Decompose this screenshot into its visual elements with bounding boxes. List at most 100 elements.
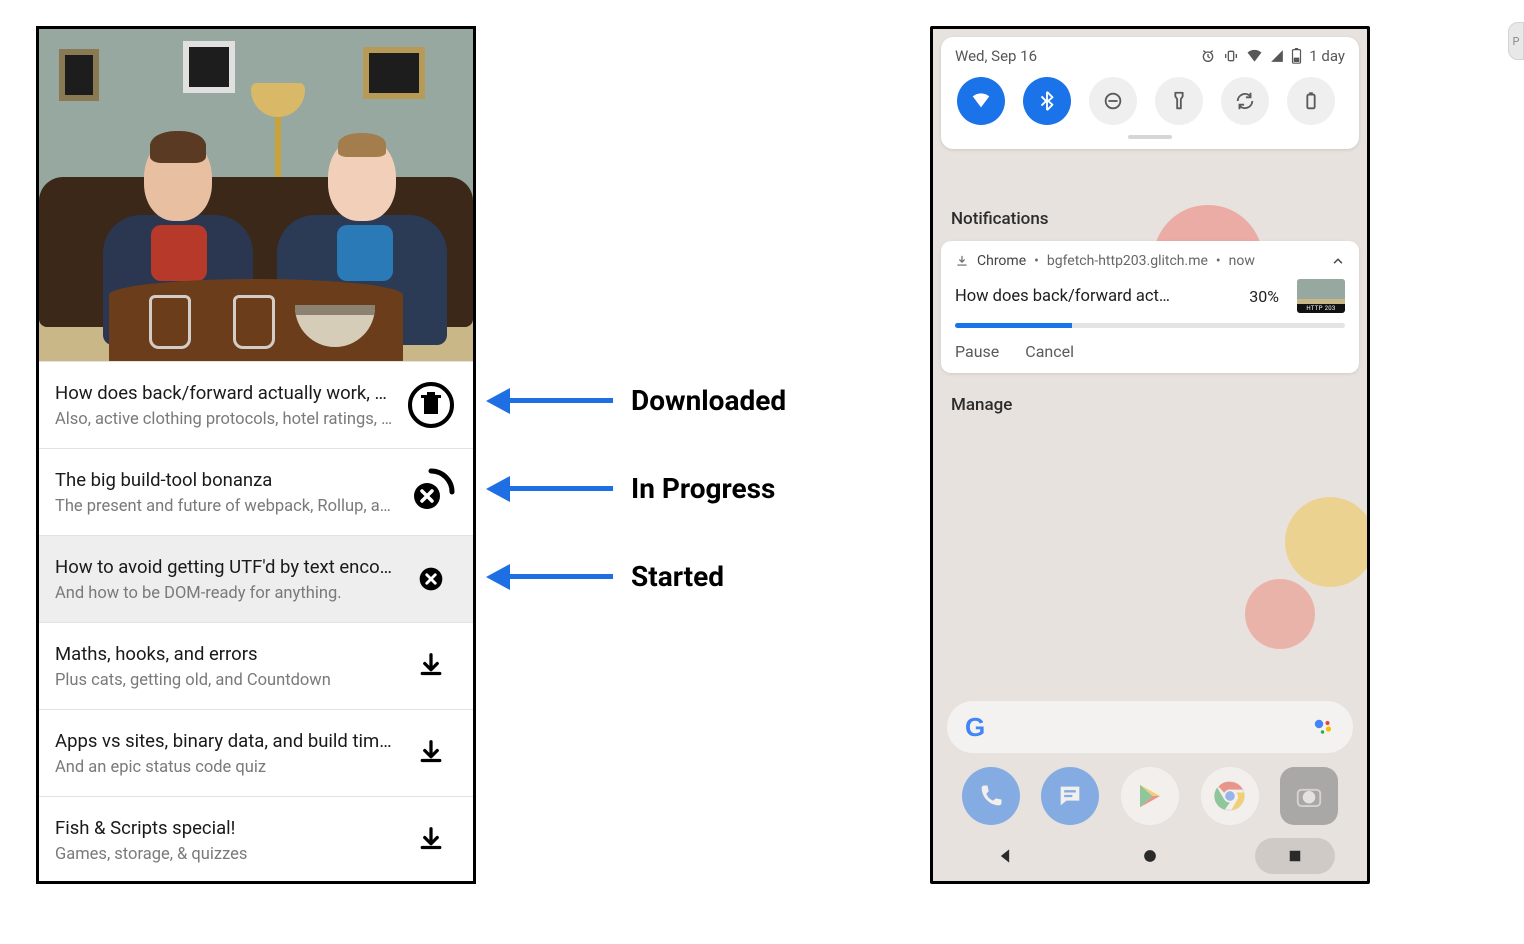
annotation-label: Downloaded — [631, 384, 786, 417]
play-store-icon[interactable] — [1121, 767, 1179, 825]
chrome-app-icon[interactable] — [1201, 767, 1259, 825]
notification-time: now — [1229, 253, 1255, 269]
annotation-downloaded: Downloaded — [486, 384, 786, 417]
trash-icon — [407, 381, 455, 429]
annotation-in-progress: In Progress — [486, 472, 775, 505]
assistant-icon[interactable] — [1311, 715, 1335, 739]
notification-source-row: Chrome • bgfetch-http203.glitch.me • now — [955, 253, 1345, 269]
notification-title: How does back/forward act… — [955, 287, 1239, 306]
notification-thumbnail: HTTP 203 — [1297, 279, 1345, 313]
status-date: Wed, Sep 16 — [955, 47, 1037, 65]
episode-subtitle: The present and future of webpack, Rollu… — [55, 497, 395, 516]
messages-app-icon[interactable] — [1041, 767, 1099, 825]
qs-dnd-toggle[interactable] — [1089, 77, 1137, 125]
phone-app-icon[interactable] — [962, 767, 1020, 825]
drag-handle[interactable] — [1128, 135, 1172, 139]
chevron-up-icon[interactable] — [1331, 254, 1345, 268]
home-icon — [1140, 846, 1160, 866]
download-icon — [416, 651, 446, 681]
cancel-download-button[interactable] — [407, 555, 455, 603]
nav-home-button[interactable] — [1110, 838, 1190, 874]
manage-notifications-link[interactable]: Manage — [941, 373, 1359, 437]
status-icons: 1 day — [1200, 47, 1345, 65]
episode-title: Fish & Scripts special! — [55, 817, 395, 839]
annotation-label: In Progress — [631, 472, 775, 505]
cellular-icon — [1270, 49, 1284, 63]
arrow-icon — [486, 476, 510, 502]
episode-row[interactable]: How to avoid getting UTF'd by text encod… — [39, 535, 473, 622]
episode-subtitle: Games, storage, & quizzes — [55, 845, 395, 864]
progress-fill — [955, 323, 1072, 328]
google-search-bar[interactable]: G — [947, 701, 1353, 753]
episode-row[interactable]: The big build-tool bonanza The present a… — [39, 448, 473, 535]
episode-text: How to avoid getting UTF'd by text encod… — [55, 556, 407, 603]
episode-title: Maths, hooks, and errors — [55, 643, 395, 665]
nav-back-button[interactable] — [965, 838, 1045, 874]
recents-icon — [1286, 847, 1304, 865]
qs-wifi-toggle[interactable] — [957, 77, 1005, 125]
nav-recents-button[interactable] — [1255, 838, 1335, 874]
bluetooth-icon — [1036, 90, 1058, 112]
notifications-section: Notifications Chrome • bgfetch-http203.g… — [941, 199, 1359, 437]
battery-icon — [1300, 90, 1322, 112]
episode-text: How does back/forward actually work, an…… — [55, 382, 407, 429]
cancel-action[interactable]: Cancel — [1025, 342, 1074, 361]
vibrate-icon — [1223, 48, 1239, 64]
qs-flashlight-toggle[interactable] — [1155, 77, 1203, 125]
episode-subtitle: Plus cats, getting old, and Countdown — [55, 671, 395, 690]
episode-title: The big build-tool bonanza — [55, 469, 395, 491]
alarm-icon — [1200, 48, 1216, 64]
notification-percent: 30% — [1249, 287, 1279, 306]
episode-text: Maths, hooks, and errors Plus cats, gett… — [55, 643, 407, 690]
back-icon — [995, 846, 1015, 866]
episode-row[interactable]: Apps vs sites, binary data, and build ti… — [39, 709, 473, 796]
qs-bluetooth-toggle[interactable] — [1023, 77, 1071, 125]
episode-subtitle: And an epic status code quiz — [55, 758, 395, 777]
side-pill[interactable]: P — [1508, 22, 1524, 60]
quick-settings-panel: Wed, Sep 16 1 day — [941, 37, 1359, 149]
status-battery-text: 1 day — [1309, 47, 1345, 65]
quick-settings-tiles — [955, 73, 1345, 127]
episode-hero-image — [39, 29, 473, 361]
wifi-icon — [1246, 49, 1263, 63]
podcast-app-phone: How does back/forward actually work, an…… — [36, 26, 476, 884]
qs-battery-saver-toggle[interactable] — [1287, 77, 1335, 125]
delete-download-button[interactable] — [407, 381, 455, 429]
episode-row[interactable]: Maths, hooks, and errors Plus cats, gett… — [39, 622, 473, 709]
notification-source: bgfetch-http203.glitch.me — [1047, 253, 1208, 269]
episode-row[interactable]: Fish & Scripts special! Games, storage, … — [39, 796, 473, 883]
arrow-icon — [486, 388, 510, 414]
progress-bar — [955, 323, 1345, 328]
download-icon — [955, 254, 969, 268]
download-button[interactable] — [407, 816, 455, 864]
google-logo: G — [965, 712, 985, 743]
episode-text: Fish & Scripts special! Games, storage, … — [55, 817, 407, 864]
dnd-icon — [1102, 90, 1124, 112]
rotate-icon — [1234, 90, 1256, 112]
cancel-icon — [414, 562, 448, 596]
arrow-icon — [486, 564, 510, 590]
cancel-download-button[interactable] — [407, 468, 455, 516]
notification-app: Chrome — [977, 253, 1026, 269]
pause-action[interactable]: Pause — [955, 342, 999, 361]
wifi-icon — [970, 90, 992, 112]
android-nav-bar — [933, 831, 1367, 881]
download-button[interactable] — [407, 642, 455, 690]
qs-autorotate-toggle[interactable] — [1221, 77, 1269, 125]
flashlight-icon — [1168, 90, 1190, 112]
download-notification[interactable]: Chrome • bgfetch-http203.glitch.me • now… — [941, 241, 1359, 373]
android-notification-shade: Wed, Sep 16 1 day Notifications — [930, 26, 1370, 884]
episode-row[interactable]: How does back/forward actually work, an…… — [39, 361, 473, 448]
episode-title: Apps vs sites, binary data, and build ti… — [55, 730, 395, 752]
progress-spinner-icon — [407, 468, 455, 516]
notifications-heading: Notifications — [941, 199, 1359, 241]
episode-text: The big build-tool bonanza The present a… — [55, 469, 407, 516]
annotation-started: Started — [486, 560, 724, 593]
download-icon — [416, 738, 446, 768]
episode-title: How does back/forward actually work, an… — [55, 382, 395, 404]
download-button[interactable] — [407, 729, 455, 777]
download-icon — [416, 825, 446, 855]
episode-title: How to avoid getting UTF'd by text encod… — [55, 556, 395, 578]
camera-app-icon[interactable] — [1280, 767, 1338, 825]
status-bar: Wed, Sep 16 1 day — [955, 47, 1345, 65]
